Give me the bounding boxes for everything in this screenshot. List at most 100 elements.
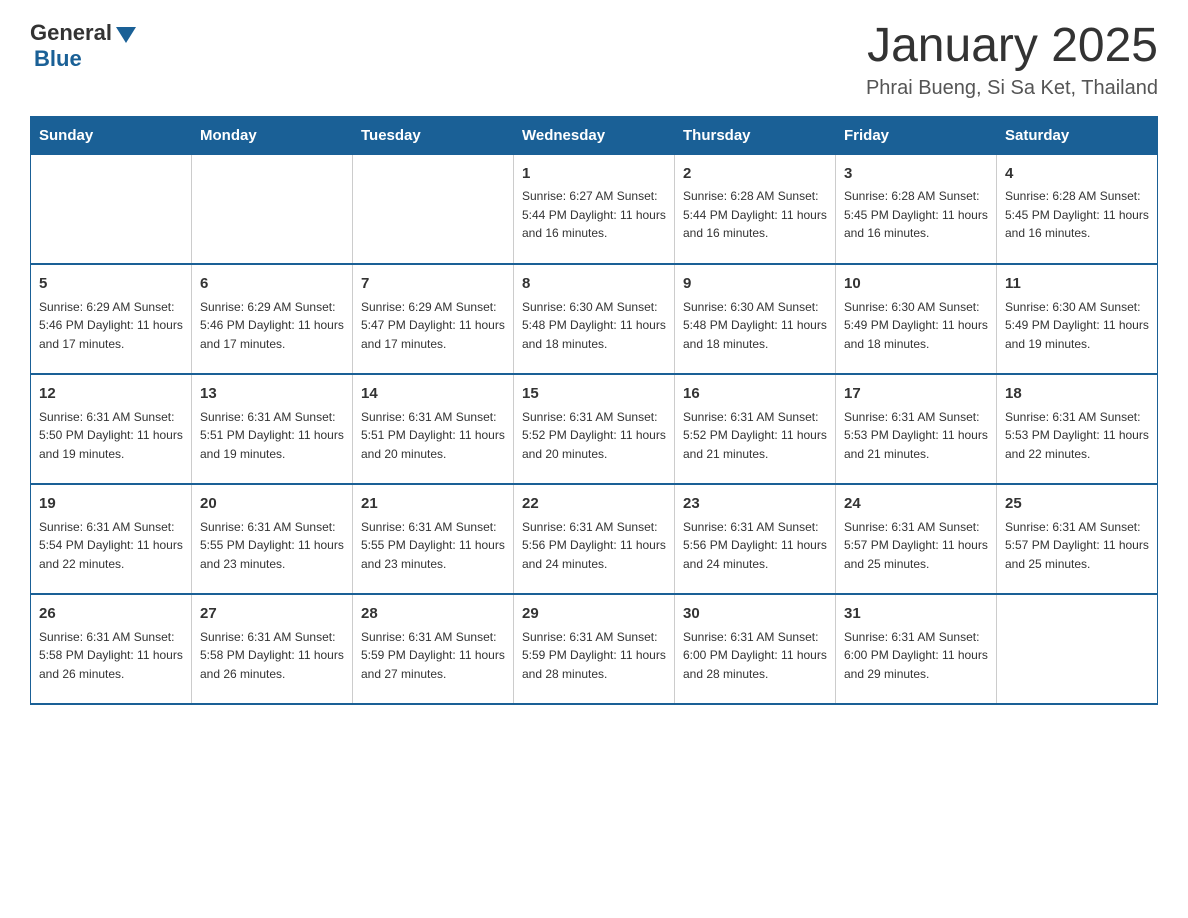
day-number: 28 — [361, 603, 505, 626]
day-info: Sunrise: 6:31 AM Sunset: 5:55 PM Dayligh… — [361, 518, 505, 574]
day-info: Sunrise: 6:31 AM Sunset: 5:51 PM Dayligh… — [361, 408, 505, 464]
calendar-cell: 26Sunrise: 6:31 AM Sunset: 5:58 PM Dayli… — [31, 594, 192, 704]
day-info: Sunrise: 6:31 AM Sunset: 5:54 PM Dayligh… — [39, 518, 183, 574]
day-number: 12 — [39, 383, 183, 406]
day-header-thursday: Thursday — [675, 116, 836, 154]
logo-general-text: General — [30, 20, 112, 46]
day-info: Sunrise: 6:29 AM Sunset: 5:47 PM Dayligh… — [361, 298, 505, 354]
calendar-cell: 25Sunrise: 6:31 AM Sunset: 5:57 PM Dayli… — [997, 484, 1158, 594]
day-info: Sunrise: 6:31 AM Sunset: 5:56 PM Dayligh… — [683, 518, 827, 574]
calendar-cell: 9Sunrise: 6:30 AM Sunset: 5:48 PM Daylig… — [675, 264, 836, 374]
calendar-cell: 28Sunrise: 6:31 AM Sunset: 5:59 PM Dayli… — [353, 594, 514, 704]
calendar-cell: 29Sunrise: 6:31 AM Sunset: 5:59 PM Dayli… — [514, 594, 675, 704]
day-number: 14 — [361, 383, 505, 406]
calendar-cell: 23Sunrise: 6:31 AM Sunset: 5:56 PM Dayli… — [675, 484, 836, 594]
day-number: 15 — [522, 383, 666, 406]
calendar-cell — [353, 154, 514, 264]
day-header-monday: Monday — [192, 116, 353, 154]
day-header-tuesday: Tuesday — [353, 116, 514, 154]
day-number: 9 — [683, 273, 827, 296]
day-number: 5 — [39, 273, 183, 296]
day-info: Sunrise: 6:31 AM Sunset: 6:00 PM Dayligh… — [683, 628, 827, 684]
calendar-cell: 5Sunrise: 6:29 AM Sunset: 5:46 PM Daylig… — [31, 264, 192, 374]
calendar-cell: 13Sunrise: 6:31 AM Sunset: 5:51 PM Dayli… — [192, 374, 353, 484]
calendar-cell: 27Sunrise: 6:31 AM Sunset: 5:58 PM Dayli… — [192, 594, 353, 704]
day-info: Sunrise: 6:28 AM Sunset: 5:45 PM Dayligh… — [844, 187, 988, 243]
calendar-cell: 21Sunrise: 6:31 AM Sunset: 5:55 PM Dayli… — [353, 484, 514, 594]
calendar-cell: 12Sunrise: 6:31 AM Sunset: 5:50 PM Dayli… — [31, 374, 192, 484]
calendar-cell: 19Sunrise: 6:31 AM Sunset: 5:54 PM Dayli… — [31, 484, 192, 594]
day-number: 21 — [361, 493, 505, 516]
day-info: Sunrise: 6:31 AM Sunset: 5:53 PM Dayligh… — [1005, 408, 1149, 464]
day-number: 10 — [844, 273, 988, 296]
calendar-cell: 14Sunrise: 6:31 AM Sunset: 5:51 PM Dayli… — [353, 374, 514, 484]
day-info: Sunrise: 6:31 AM Sunset: 5:57 PM Dayligh… — [1005, 518, 1149, 574]
calendar-cell: 18Sunrise: 6:31 AM Sunset: 5:53 PM Dayli… — [997, 374, 1158, 484]
day-number: 29 — [522, 603, 666, 626]
day-info: Sunrise: 6:30 AM Sunset: 5:48 PM Dayligh… — [683, 298, 827, 354]
calendar-cell: 6Sunrise: 6:29 AM Sunset: 5:46 PM Daylig… — [192, 264, 353, 374]
day-number: 3 — [844, 163, 988, 186]
day-number: 1 — [522, 163, 666, 186]
logo-triangle-icon — [116, 27, 136, 43]
calendar-table: SundayMondayTuesdayWednesdayThursdayFrid… — [30, 116, 1158, 706]
day-info: Sunrise: 6:30 AM Sunset: 5:49 PM Dayligh… — [1005, 298, 1149, 354]
calendar-header-row: SundayMondayTuesdayWednesdayThursdayFrid… — [31, 116, 1158, 154]
calendar-cell: 1Sunrise: 6:27 AM Sunset: 5:44 PM Daylig… — [514, 154, 675, 264]
calendar-week-row: 26 Sunrise: 6:31 AM Sunset: 5:58 PM Dayli… — [31, 594, 1158, 704]
day-info: Sunrise: 6:28 AM Sunset: 5:44 PM Dayligh… — [683, 187, 827, 243]
calendar-cell: 7Sunrise: 6:29 AM Sunset: 5:47 PM Daylig… — [353, 264, 514, 374]
day-info: Sunrise: 6:31 AM Sunset: 6:00 PM Dayligh… — [844, 628, 988, 684]
day-info: Sunrise: 6:29 AM Sunset: 5:46 PM Dayligh… — [200, 298, 344, 354]
calendar-cell: 4Sunrise: 6:28 AM Sunset: 5:45 PM Daylig… — [997, 154, 1158, 264]
day-info: Sunrise: 6:30 AM Sunset: 5:48 PM Dayligh… — [522, 298, 666, 354]
calendar-week-row: 5Sunrise: 6:29 AM Sunset: 5:46 PM Daylig… — [31, 264, 1158, 374]
day-info: Sunrise: 6:28 AM Sunset: 5:45 PM Dayligh… — [1005, 187, 1149, 243]
day-number: 26 — [39, 603, 183, 626]
calendar-week-row: 12Sunrise: 6:31 AM Sunset: 5:50 PM Dayli… — [31, 374, 1158, 484]
calendar-cell — [31, 154, 192, 264]
day-info: Sunrise: 6:31 AM Sunset: 5:53 PM Dayligh… — [844, 408, 988, 464]
calendar-cell: 30Sunrise: 6:31 AM Sunset: 6:00 PM Dayli… — [675, 594, 836, 704]
day-info: Sunrise: 6:31 AM Sunset: 5:50 PM Dayligh… — [39, 408, 183, 464]
day-info: Sunrise: 6:31 AM Sunset: 5:57 PM Dayligh… — [844, 518, 988, 574]
day-header-friday: Friday — [836, 116, 997, 154]
day-number: 2 — [683, 163, 827, 186]
day-info: Sunrise: 6:31 AM Sunset: 5:58 PM Dayligh… — [200, 628, 344, 684]
calendar-cell: 10Sunrise: 6:30 AM Sunset: 5:49 PM Dayli… — [836, 264, 997, 374]
day-number: 20 — [200, 493, 344, 516]
location-subtitle: Phrai Bueng, Si Sa Ket, Thailand — [866, 77, 1158, 100]
calendar-cell: 31Sunrise: 6:31 AM Sunset: 6:00 PM Dayli… — [836, 594, 997, 704]
day-number: 8 — [522, 273, 666, 296]
calendar-title: January 2025 — [866, 20, 1158, 73]
calendar-cell: 16Sunrise: 6:31 AM Sunset: 5:52 PM Dayli… — [675, 374, 836, 484]
day-number: 17 — [844, 383, 988, 406]
day-info: Sunrise: 6:30 AM Sunset: 5:49 PM Dayligh… — [844, 298, 988, 354]
day-info: Sunrise: 6:27 AM Sunset: 5:44 PM Dayligh… — [522, 187, 666, 243]
day-info: Sunrise: 6:29 AM Sunset: 5:46 PM Dayligh… — [39, 298, 183, 354]
calendar-cell: 17Sunrise: 6:31 AM Sunset: 5:53 PM Dayli… — [836, 374, 997, 484]
calendar-cell: 2Sunrise: 6:28 AM Sunset: 5:44 PM Daylig… — [675, 154, 836, 264]
day-number: 7 — [361, 273, 505, 296]
day-number: 31 — [844, 603, 988, 626]
day-number: 19 — [39, 493, 183, 516]
calendar-cell — [997, 594, 1158, 704]
day-number: 22 — [522, 493, 666, 516]
day-info: Sunrise: 6:31 AM Sunset: 5:55 PM Dayligh… — [200, 518, 344, 574]
calendar-cell: 3Sunrise: 6:28 AM Sunset: 5:45 PM Daylig… — [836, 154, 997, 264]
day-number: 23 — [683, 493, 827, 516]
day-header-saturday: Saturday — [997, 116, 1158, 154]
day-header-sunday: Sunday — [31, 116, 192, 154]
day-number: 16 — [683, 383, 827, 406]
calendar-cell: 22Sunrise: 6:31 AM Sunset: 5:56 PM Dayli… — [514, 484, 675, 594]
day-info: Sunrise: 6:31 AM Sunset: 5:52 PM Dayligh… — [683, 408, 827, 464]
day-info: Sunrise: 6:31 AM Sunset: 5:59 PM Dayligh… — [361, 628, 505, 684]
day-header-wednesday: Wednesday — [514, 116, 675, 154]
calendar-cell: 20Sunrise: 6:31 AM Sunset: 5:55 PM Dayli… — [192, 484, 353, 594]
page-header: General Blue January 2025 Phrai Bueng, S… — [30, 20, 1158, 100]
calendar-cell: 8Sunrise: 6:30 AM Sunset: 5:48 PM Daylig… — [514, 264, 675, 374]
day-number: 25 — [1005, 493, 1149, 516]
day-number: 6 — [200, 273, 344, 296]
day-info: Sunrise: 6:31 AM Sunset: 5:59 PM Dayligh… — [522, 628, 666, 684]
calendar-week-row: 19Sunrise: 6:31 AM Sunset: 5:54 PM Dayli… — [31, 484, 1158, 594]
